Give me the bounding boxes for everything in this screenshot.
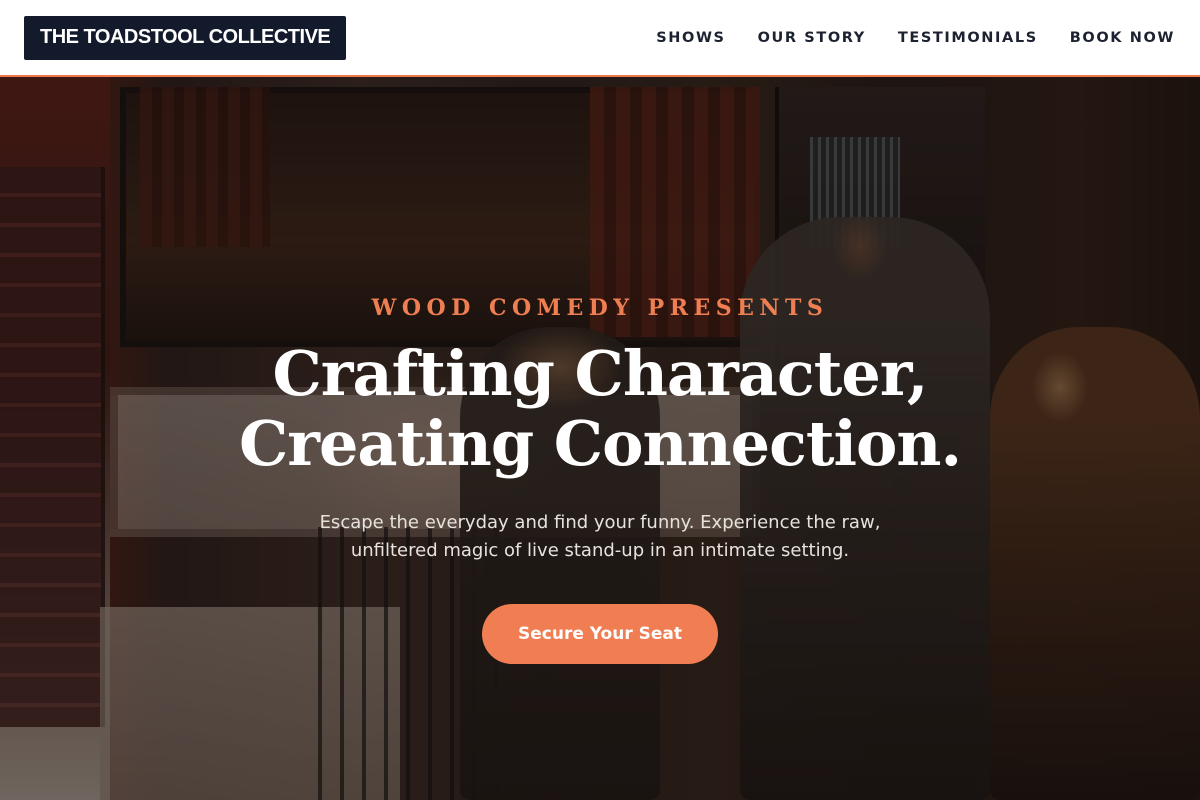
hero-headline: Crafting Character, Creating Connection.	[0, 339, 1200, 479]
nav-link-shows[interactable]: SHOWS	[656, 30, 725, 46]
secure-seat-button[interactable]: Secure Your Seat	[482, 604, 718, 664]
site-logo[interactable]: THE TOADSTOOL COLLECTIVE	[24, 15, 347, 60]
hero-subtitle-line1: Escape the everyday and find your funny.…	[319, 512, 881, 533]
hero-headline-line1: Crafting Character,	[272, 337, 928, 410]
nav-link-testimonials[interactable]: TESTIMONIALS	[898, 30, 1038, 46]
main-nav: SHOWS OUR STORY TESTIMONIALS BOOK NOW	[656, 30, 1175, 46]
nav-link-book-now[interactable]: BOOK NOW	[1070, 30, 1175, 46]
nav-link-our-story[interactable]: OUR STORY	[758, 30, 866, 46]
hero-subtitle: Escape the everyday and find your funny.…	[290, 509, 910, 565]
site-header: THE TOADSTOOL COLLECTIVE SHOWS OUR STORY…	[0, 0, 1200, 77]
hero-headline-line2: Creating Connection.	[238, 407, 962, 480]
hero-eyebrow: WOOD COMEDY PRESENTS	[371, 295, 829, 321]
hero-content: WOOD COMEDY PRESENTS Crafting Character,…	[0, 77, 1200, 800]
hero-subtitle-line2: unfiltered magic of live stand-up in an …	[350, 540, 850, 561]
